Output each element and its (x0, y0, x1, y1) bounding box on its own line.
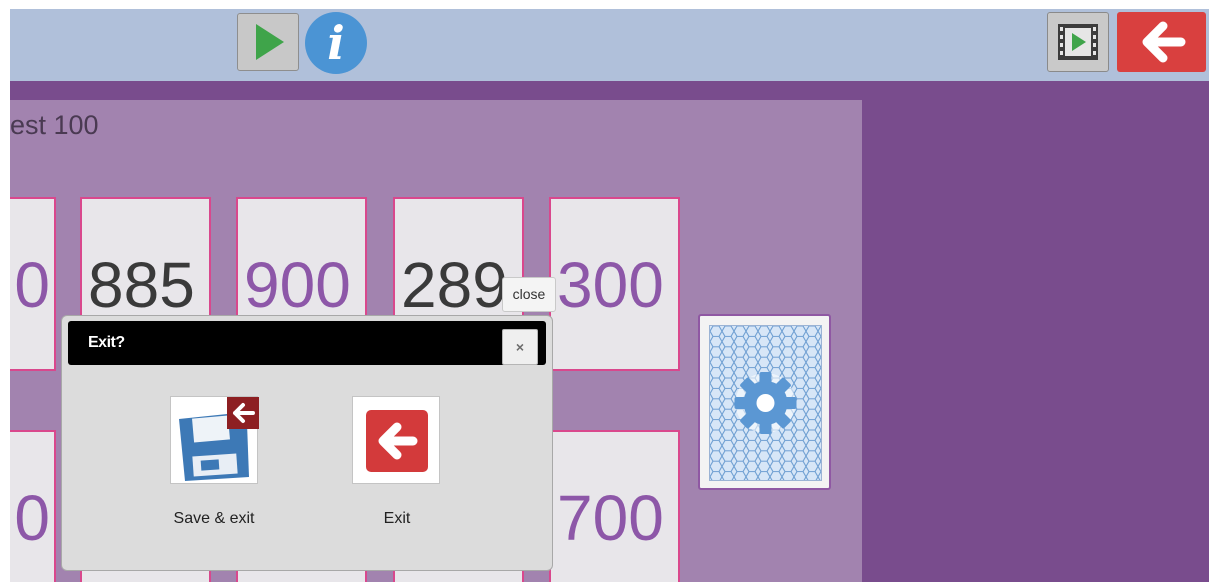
gear-icon (710, 326, 821, 480)
exit-dialog: Exit? × Save & exit Exit (61, 315, 553, 571)
info-button[interactable]: i (305, 12, 367, 74)
dialog-header: Exit? × (68, 321, 546, 365)
close-tooltip: close (502, 277, 556, 312)
play-icon (256, 24, 284, 60)
save-exit-label: Save & exit (173, 510, 255, 527)
deck-pattern (709, 325, 822, 481)
top-toolbar (10, 9, 1209, 81)
dialog-title: Exit? (88, 334, 125, 351)
number-card[interactable]: 700 (549, 430, 680, 582)
number-card[interactable]: 0 (10, 430, 56, 582)
info-icon: i (327, 16, 345, 70)
exit-button[interactable] (352, 396, 440, 484)
back-arrow-icon (1142, 21, 1186, 63)
card-number: 289 (401, 249, 508, 321)
card-number: 300 (557, 249, 664, 321)
number-card[interactable]: 300 (549, 197, 680, 371)
dialog-close-button[interactable]: × (502, 329, 538, 365)
exit-label: Exit (383, 510, 411, 527)
exit-icon (366, 410, 428, 472)
save-exit-button[interactable] (170, 396, 259, 484)
card-number: 700 (557, 482, 664, 554)
close-icon: × (515, 339, 525, 355)
play-button[interactable] (237, 13, 299, 71)
card-number: 885 (88, 249, 195, 321)
number-card[interactable]: 0 (10, 197, 56, 371)
back-button[interactable] (1117, 12, 1206, 72)
save-exit-icon (179, 397, 259, 481)
card-number: 0 (14, 482, 50, 554)
board-title: est 100 (10, 110, 99, 140)
card-number: 0 (14, 249, 50, 321)
card-number: 900 (244, 249, 351, 321)
card-deck[interactable] (698, 314, 831, 490)
video-button[interactable] (1047, 12, 1109, 72)
video-icon (1058, 24, 1098, 60)
